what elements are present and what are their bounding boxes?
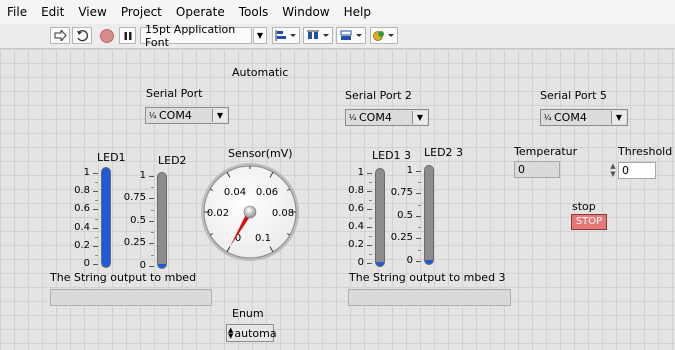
tick-label: 0.25 (123, 237, 146, 248)
led2-tank (157, 172, 167, 269)
tick-label: 0.4 (348, 221, 364, 232)
distribute-icon[interactable] (303, 27, 333, 44)
io-visa-icon: ¼ (148, 110, 157, 120)
tick-label: 0.6 (348, 203, 364, 214)
led1-3-label: LED1 3 (372, 149, 412, 162)
menu-help[interactable]: Help (337, 5, 378, 19)
toolbar: 15pt Application Font ▼ (0, 23, 675, 49)
pause-icon[interactable] (119, 27, 136, 44)
sensor-gauge: 0.04 0.06 0.02 0.08 0 0.1 (201, 163, 299, 261)
tick-label: 0 (406, 255, 413, 266)
gauge-tick-label: 0.08 (272, 208, 294, 219)
enum-control[interactable]: ▲ ▼ automa (226, 324, 277, 342)
serial-port-2-value: COM4 (359, 111, 392, 124)
tick-label: 0 (139, 260, 146, 271)
tick-label: 1 (83, 167, 90, 178)
serial-port-2-selector[interactable]: ¼ COM4 ▼ (345, 109, 429, 126)
tick-label: 0.6 (74, 203, 90, 214)
tick-label: 0.8 (74, 185, 90, 196)
string-output-3-label: The String output to mbed 3 (349, 271, 506, 284)
chevron-down-icon[interactable]: ▼ (412, 111, 427, 124)
io-visa-icon: ¼ (348, 112, 357, 122)
serial-port-selector[interactable]: ¼ COM4 ▼ (145, 107, 229, 124)
tick-label: 0.2 (74, 240, 90, 251)
front-panel: Automatic Serial Port ¼ COM4 ▼ Serial Po… (0, 49, 675, 350)
resize-icon[interactable] (336, 27, 366, 44)
menu-window[interactable]: Window (275, 5, 336, 19)
led2-3-scale: 1 0.75 0.5 0.25 0 (381, 165, 421, 266)
enum-label: Enum (232, 307, 264, 320)
io-visa-icon: ¼ (543, 112, 552, 122)
chevron-down-icon[interactable]: ▼ (212, 109, 227, 122)
threshold-label: Threshold (618, 145, 673, 158)
stop-button[interactable]: STOP (571, 214, 607, 230)
threshold-input[interactable]: 0 (618, 162, 656, 179)
chevron-down-icon[interactable]: ▼ (611, 111, 626, 124)
serial-port-5-selector[interactable]: ¼ COM4 ▼ (540, 109, 628, 126)
tick-label: 0.2 (348, 239, 364, 250)
string-output-3-indicator (348, 289, 511, 306)
serial-port-5-value: COM4 (554, 111, 587, 124)
reorder-icon[interactable] (370, 27, 398, 44)
chevron-down-icon[interactable]: ▼ (253, 27, 267, 44)
serial-port-5-label: Serial Port 5 (540, 89, 607, 102)
font-selector-label: 15pt Application Font (145, 22, 236, 49)
align-icon[interactable] (272, 27, 300, 44)
led2-fill (158, 264, 166, 268)
led1-scale: 1 0.8 0.6 0.4 0.2 0 (58, 167, 98, 269)
tick-label: 0.75 (390, 187, 413, 198)
tick-label: 0.8 (348, 185, 364, 196)
tick-label: 1 (357, 167, 364, 178)
automatic-label: Automatic (232, 66, 289, 79)
gauge-tick-label: 0.04 (224, 187, 246, 198)
menu-operate[interactable]: Operate (169, 5, 232, 19)
tick-label: 0.4 (74, 222, 90, 233)
serial-port-label: Serial Port (146, 87, 203, 100)
font-selector[interactable]: 15pt Application Font (140, 23, 252, 49)
tick-label: 1 (406, 165, 413, 176)
abort-icon[interactable] (98, 27, 116, 44)
stop-label: stop (572, 200, 596, 213)
gauge-tick-label: 0.02 (207, 208, 229, 219)
menu-file[interactable]: File (0, 5, 34, 19)
serial-port-2-label: Serial Port 2 (345, 89, 412, 102)
tick-label: 0.75 (123, 192, 146, 203)
led2-3-fill (425, 260, 433, 264)
run-continuously-icon[interactable] (72, 27, 92, 44)
tick-label: 0.5 (397, 210, 413, 221)
enum-value: automa (234, 326, 277, 340)
tick-label: 0 (83, 258, 90, 269)
tick-label: 0.5 (130, 215, 146, 226)
string-output-indicator (50, 289, 212, 306)
led1-label: LED1 (97, 151, 126, 164)
led2-scale: 1 0.75 0.5 0.25 0 (114, 170, 154, 271)
led2-3-label: LED2 3 (424, 146, 464, 159)
sensor-label: Sensor(mV) (228, 147, 293, 160)
led1-fill (102, 168, 110, 267)
led2-3-tank (424, 165, 434, 265)
menu-edit[interactable]: Edit (34, 5, 71, 19)
gauge-tick-label: 0.06 (256, 187, 278, 198)
tick-label: 0 (357, 257, 364, 268)
menu-project[interactable]: Project (114, 5, 169, 19)
gauge-tick-label: 0.1 (255, 233, 271, 244)
tick-label: 0.25 (390, 232, 413, 243)
led1-3-scale: 1 0.8 0.6 0.4 0.2 0 (332, 167, 372, 268)
run-arrow-icon[interactable] (50, 27, 70, 44)
menu-bar: File Edit View Project Operate Tools Win… (0, 0, 675, 24)
menu-view[interactable]: View (71, 5, 113, 19)
led2-label: LED2 (158, 154, 187, 167)
temperature-label: Temperatur (514, 145, 578, 158)
tick-label: 1 (139, 170, 146, 181)
led1-3-fill (376, 262, 384, 266)
temperature-indicator: 0 (514, 161, 560, 178)
serial-port-value: COM4 (159, 109, 192, 122)
gauge-hub (243, 205, 257, 219)
string-output-label: The String output to mbed (50, 271, 197, 284)
led1-tank (101, 167, 111, 268)
menu-tools[interactable]: Tools (232, 5, 276, 19)
